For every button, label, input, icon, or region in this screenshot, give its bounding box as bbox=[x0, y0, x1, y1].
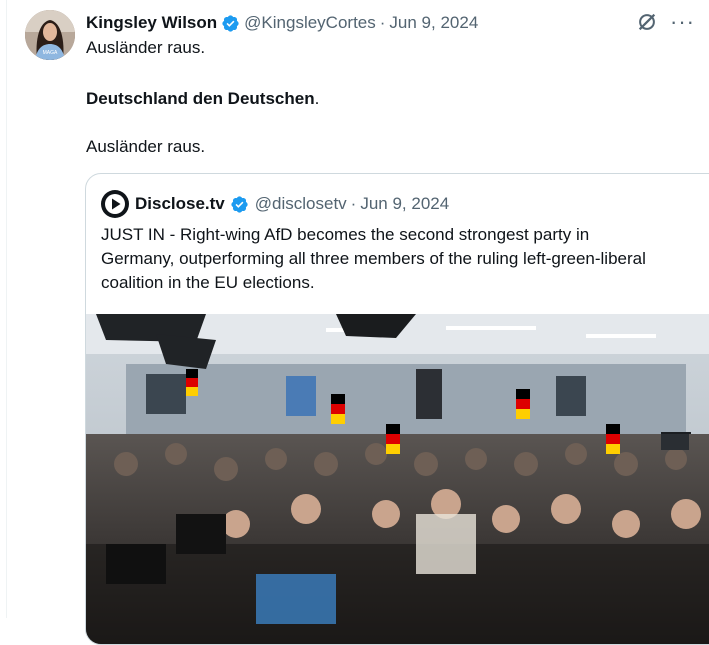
quoted-author-handle[interactable]: @disclosetv bbox=[255, 194, 347, 214]
video-still bbox=[86, 314, 709, 644]
disclose-logo-icon[interactable] bbox=[101, 190, 129, 218]
quoted-tweet-text: JUST IN - Right-wing AfD becomes the sec… bbox=[101, 225, 646, 292]
quoted-tweet-video[interactable] bbox=[86, 314, 709, 644]
quoted-tweet-date[interactable]: Jun 9, 2024 bbox=[360, 194, 449, 214]
tweet-line-2: Deutschland den Deutschen. bbox=[86, 87, 319, 111]
verified-badge-icon[interactable] bbox=[221, 14, 240, 33]
quoted-tweet-header: Disclose.tv @disclosetv · Jun 9, 2024 bbox=[101, 190, 449, 218]
grok-icon[interactable] bbox=[636, 11, 658, 33]
avatar-image: MAGA bbox=[25, 10, 75, 60]
tweet-date[interactable]: Jun 9, 2024 bbox=[389, 13, 478, 33]
quoted-tweet[interactable]: Disclose.tv @disclosetv · Jun 9, 2024 JU… bbox=[85, 173, 709, 645]
tweet-header: Kingsley Wilson @KingsleyCortes · Jun 9,… bbox=[86, 11, 699, 35]
timeline-left-border bbox=[6, 0, 7, 618]
quoted-header-separator: · bbox=[350, 194, 357, 213]
tweet-actions: ··· bbox=[636, 11, 695, 33]
tweet-line-2-period: . bbox=[314, 89, 320, 108]
svg-text:MAGA: MAGA bbox=[43, 50, 58, 56]
more-options-icon[interactable]: ··· bbox=[670, 11, 695, 33]
header-separator: · bbox=[379, 13, 386, 32]
tweet-line-3: Ausländer raus. bbox=[86, 137, 206, 156]
tweet-line-2-bold: Deutschland den Deutschen bbox=[86, 89, 315, 108]
tweet-line-1: Ausländer raus. bbox=[86, 38, 206, 57]
quoted-author-name[interactable]: Disclose.tv bbox=[135, 194, 225, 214]
author-handle[interactable]: @KingsleyCortes bbox=[244, 13, 376, 33]
verified-badge-icon[interactable] bbox=[230, 195, 249, 214]
author-avatar[interactable]: MAGA bbox=[25, 10, 75, 60]
author-name[interactable]: Kingsley Wilson bbox=[86, 13, 217, 33]
